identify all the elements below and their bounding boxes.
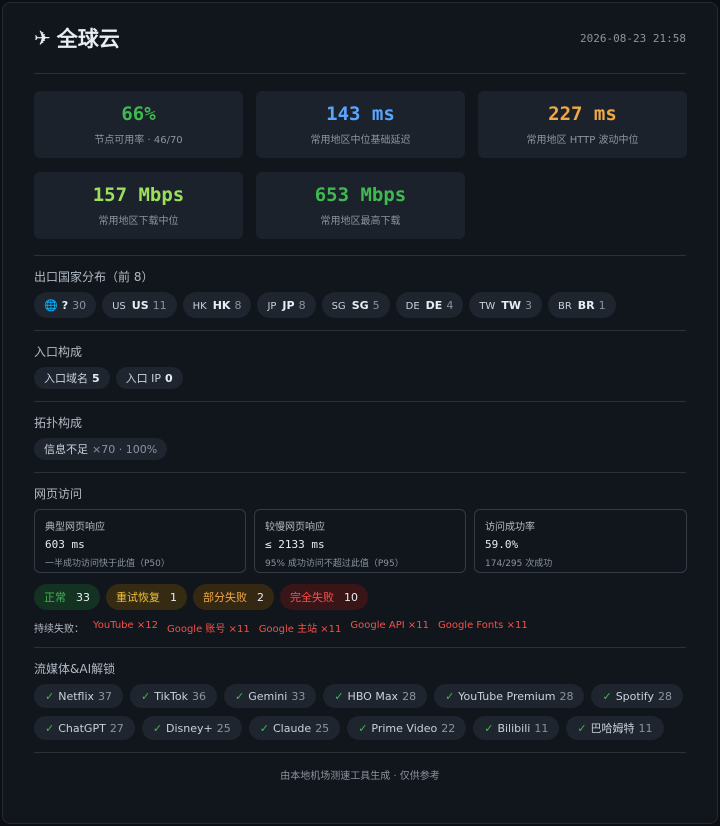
topology-chip: 信息不足 ×70 · 100% xyxy=(34,438,168,460)
stat-label: 常用地区 HTTP 波动中位 xyxy=(526,135,639,146)
status-chip-fail: 完全失败 10 xyxy=(280,584,368,610)
check-icon: ✓ xyxy=(152,721,163,735)
flag-br-icon: BR xyxy=(557,301,572,312)
entry-section: 入口构成 入口域名 5 入口 IP 0 xyxy=(34,331,686,402)
country-chip: HK HK 8 xyxy=(182,292,252,318)
stat-http-jitter: 227 ms 常用地区 HTTP 波动中位 xyxy=(478,91,687,158)
entry-chip: 入口域名 5 xyxy=(34,367,110,389)
flag-tw-icon: TW xyxy=(479,301,496,312)
stat-label: 常用地区中位基础延迟 xyxy=(310,135,411,146)
check-icon: ✓ xyxy=(334,689,344,703)
failures-label: 持续失败： xyxy=(34,624,84,635)
flag-sg-icon: SG xyxy=(331,301,346,312)
stat-median-download: 157 Mbps 常用地区下载中位 xyxy=(34,172,243,239)
country-chip: US US 11 xyxy=(102,292,177,318)
unlock-chip: ✓ ChatGPT 27 xyxy=(34,716,135,740)
flag-de-icon: DE xyxy=(405,301,420,312)
stat-label: 常用地区最高下载 xyxy=(320,216,401,227)
flag-jp-icon: JP xyxy=(267,301,277,312)
country-chips: 🌐 ? 30 US US 11 HK HK 8 JP JP 8 SG SG 5 DE DE 4 TW T… xyxy=(34,292,686,318)
failure-item: YouTube ×12 xyxy=(93,620,158,631)
status-chips: 正常 33 重试恢复 1 部分失败 2 完全失败 10 xyxy=(34,584,686,610)
unlock-chip: ✓ Netflix 37 xyxy=(34,684,124,708)
report-card: ✈ 全球云 2026-08-23 21:58 66% 节点可用率 · 46/70… xyxy=(2,2,718,824)
failure-item: Google 账号 ×11 xyxy=(166,624,250,635)
check-icon: ✓ xyxy=(602,689,612,703)
globe-icon: 🌐 xyxy=(44,298,58,312)
check-icon: ✓ xyxy=(259,721,269,735)
page-title: ✈ 全球云 xyxy=(34,23,120,53)
section-title: 拓扑构成 xyxy=(34,416,83,430)
flag-us-icon: US xyxy=(112,301,126,312)
section-title: 流媒体&AI解锁 xyxy=(34,662,116,676)
country-chip: TW TW 3 xyxy=(469,292,542,318)
unlock-chip: ✓ Disney+ 25 xyxy=(141,716,242,740)
stat-max-download: 653 Mbps 常用地区最高下载 xyxy=(256,172,465,239)
topology-chips: 信息不足 ×70 · 100% xyxy=(34,438,686,460)
web-metric-p50: 典型网页响应 603 ms 一半成功访问快于此值（P50） xyxy=(34,509,246,573)
unlock-chip: ✓ 巴哈姆特 11 xyxy=(566,716,664,740)
web-section: 网页访问 典型网页响应 603 ms 一半成功访问快于此值（P50） 较慢网页响… xyxy=(34,473,687,648)
entry-chips: 入口域名 5 入口 IP 0 xyxy=(34,367,686,389)
status-chip-retry: 重试恢复 1 xyxy=(106,584,187,610)
check-icon: ✓ xyxy=(577,721,587,735)
timestamp: 2026-08-23 21:58 xyxy=(580,31,686,45)
web-metric-success: 访问成功率 59.0% 174/295 次成功 xyxy=(474,509,687,573)
topology-section: 拓扑构成 信息不足 ×70 · 100% xyxy=(34,402,686,473)
stat-base-latency: 143 ms 常用地区中位基础延迟 xyxy=(256,91,465,158)
stat-label: 常用地区下载中位 xyxy=(98,216,179,227)
flag-hk-icon: HK xyxy=(192,301,207,312)
country-chip: BR BR 1 xyxy=(547,292,616,318)
footer: 由本地机场测速工具生成 · 仅供参考 xyxy=(280,771,440,782)
section-title: 入口构成 xyxy=(34,345,83,359)
unlock-chip: ✓ HBO Max 28 xyxy=(323,684,428,708)
failure-item: Google Fonts ×11 xyxy=(437,620,528,631)
stat-value: 66% xyxy=(121,103,156,125)
country-chip: JP JP 8 xyxy=(257,292,316,318)
web-metrics: 典型网页响应 603 ms 一半成功访问快于此值（P50） 较慢网页响应 ≤ 2… xyxy=(34,509,687,573)
stat-value: 227 ms xyxy=(548,103,617,125)
web-metric-p95: 较慢网页响应 ≤ 2133 ms 95% 成功访问不超过此值（P95） xyxy=(254,509,466,573)
check-icon: ✓ xyxy=(235,689,245,703)
unlock-chip: ✓ YouTube Premium 28 xyxy=(434,684,585,708)
header: ✈ 全球云 2026-08-23 21:58 xyxy=(34,3,686,74)
persistent-failures: 持续失败： YouTube ×12 Google 账号 ×11 Google 主… xyxy=(34,620,686,635)
stat-availability: 66% 节点可用率 · 46/70 xyxy=(34,91,243,158)
airplane-icon: ✈ xyxy=(34,26,51,50)
stats-grid: 66% 节点可用率 · 46/70 143 ms 常用地区中位基础延迟 227 … xyxy=(34,74,687,256)
unlock-chip: ✓ TikTok 36 xyxy=(130,684,218,708)
entry-chip: 入口 IP 0 xyxy=(115,367,183,389)
country-chip: DE DE 4 xyxy=(395,292,464,318)
check-icon: ✓ xyxy=(358,721,368,735)
stat-value: 157 Mbps xyxy=(92,184,185,206)
streaming-chips: ✓ Netflix 37 ✓ TikTok 36 ✓ Gemini 33 ✓ HBO Max 2… xyxy=(34,684,686,740)
failure-item: Google API ×11 xyxy=(350,620,429,631)
check-icon: ✓ xyxy=(141,689,151,703)
title-text: 全球云 xyxy=(56,27,120,51)
check-icon: ✓ xyxy=(45,689,55,703)
streaming-section: 流媒体&AI解锁 ✓ Netflix 37 ✓ TikTok 36 ✓ Gemini 33 … xyxy=(34,648,686,753)
section-title: 网页访问 xyxy=(34,487,83,501)
unlock-chip: ✓ Bilibili 11 xyxy=(473,716,560,740)
status-chip-ok: 正常 33 xyxy=(34,584,100,610)
check-icon: ✓ xyxy=(445,689,455,703)
stat-value: 143 ms xyxy=(326,103,395,125)
unlock-chip: ✓ Gemini 33 xyxy=(224,684,317,708)
unlock-chip: ✓ Spotify 28 xyxy=(591,684,683,708)
stat-label: 节点可用率 · 46/70 xyxy=(94,135,183,146)
check-icon: ✓ xyxy=(484,721,494,735)
status-chip-partial: 部分失败 2 xyxy=(193,584,274,610)
country-chip: SG SG 5 xyxy=(321,292,390,318)
stat-value: 653 Mbps xyxy=(314,184,407,206)
unlock-chip: ✓ Prime Video 22 xyxy=(347,716,467,740)
failure-item: Google 主站 ×11 xyxy=(258,624,342,635)
countries-section: 出口国家分布（前 8） 🌐 ? 30 US US 11 HK HK 8 JP JP 8 SG S… xyxy=(34,256,686,331)
country-chip: 🌐 ? 30 xyxy=(34,292,97,318)
check-icon: ✓ xyxy=(45,721,55,735)
section-title: 出口国家分布（前 8） xyxy=(34,270,154,284)
unlock-chip: ✓ Claude 25 xyxy=(248,716,341,740)
